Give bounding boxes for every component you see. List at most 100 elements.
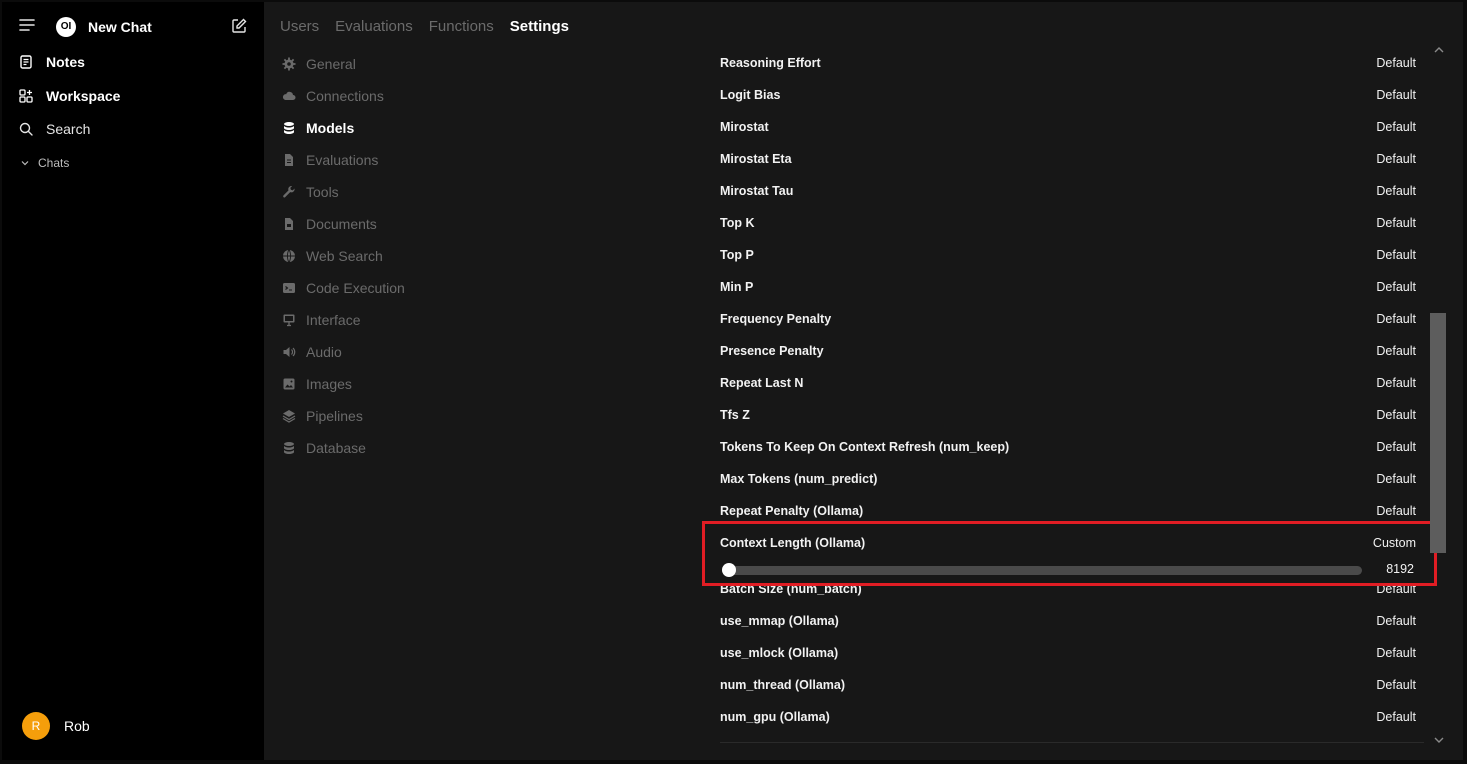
sidebar-item-label: Notes [46, 54, 85, 70]
param-toggle-button[interactable]: Default [1376, 440, 1416, 454]
param-toggle-button[interactable]: Default [1376, 504, 1416, 518]
nav-label: Models [306, 120, 355, 136]
tab-functions[interactable]: Functions [429, 18, 494, 35]
param-row: Repeat Last N Default [720, 366, 1416, 398]
tab-users[interactable]: Users [280, 18, 319, 35]
nav-label: Code Execution [306, 280, 405, 296]
param-row: Mirostat Default [720, 110, 1416, 142]
nav-label: Interface [306, 312, 361, 328]
advanced-params-list: Reasoning Effort Default Logit Bias Defaul… [720, 46, 1416, 732]
nav-documents[interactable]: Documents [282, 208, 405, 240]
param-toggle-button[interactable]: Default [1376, 248, 1416, 262]
compose-icon[interactable] [230, 17, 248, 35]
nav-web-search[interactable]: Web Search [282, 240, 405, 272]
sidebar-item-search[interactable]: Search [18, 117, 90, 141]
chevron-up-icon[interactable] [1433, 44, 1445, 56]
param-toggle-button[interactable]: Default [1376, 646, 1416, 660]
param-name: Tokens To Keep On Context Refresh (num_k… [720, 440, 1010, 454]
database-icon [284, 442, 294, 454]
app-logo: OI [56, 17, 76, 37]
nav-label: Documents [306, 216, 377, 232]
param-name: use_mmap (Ollama) [720, 614, 839, 628]
nav-images[interactable]: Images [282, 368, 405, 400]
scrollbar-thumb[interactable] [1430, 313, 1446, 553]
param-name: Mirostat [720, 120, 769, 134]
globe-icon [283, 249, 295, 263]
user-menu[interactable]: R Rob [22, 712, 90, 740]
sidebar-header: OI New Chat [2, 2, 264, 50]
cloud-icon [282, 91, 296, 100]
param-toggle-button[interactable]: Default [1376, 472, 1416, 486]
param-name: num_thread (Ollama) [720, 678, 846, 692]
param-toggle-button[interactable]: Default [1376, 344, 1416, 358]
param-name: use_mlock (Ollama) [720, 646, 839, 660]
nav-connections[interactable]: Connections [282, 80, 405, 112]
param-name: Mirostat Tau [720, 184, 794, 198]
param-toggle-button[interactable]: Default [1376, 88, 1416, 102]
param-row: Top K Default [720, 206, 1416, 238]
terminal-icon [283, 283, 295, 293]
param-row: Max Tokens (num_predict) Default [720, 462, 1416, 494]
param-toggle-button[interactable]: Default [1376, 120, 1416, 134]
param-toggle-button[interactable]: Default [1376, 614, 1416, 628]
nav-interface[interactable]: Interface [282, 304, 405, 336]
param-name: Reasoning Effort [720, 56, 821, 70]
chevron-down-icon[interactable] [1433, 734, 1445, 746]
workspace-icon [19, 89, 33, 103]
param-name: Frequency Penalty [720, 312, 832, 326]
notes-icon [20, 55, 32, 69]
nav-database[interactable]: Database [282, 432, 405, 464]
param-toggle-button[interactable]: Default [1376, 184, 1416, 198]
param-name: Top P [720, 248, 754, 262]
nav-tools[interactable]: Tools [282, 176, 405, 208]
sidebar-item-notes[interactable]: Notes [18, 50, 85, 74]
speaker-icon [283, 347, 296, 357]
param-toggle-button[interactable]: Default [1376, 678, 1416, 692]
nav-general[interactable]: General [282, 48, 405, 80]
param-toggle-button[interactable]: Default [1376, 710, 1416, 724]
param-toggle-button[interactable]: Default [1376, 56, 1416, 70]
param-name: Repeat Last N [720, 376, 804, 390]
sidebar-item-label: Workspace [46, 88, 121, 104]
sidebar-item-workspace[interactable]: Workspace [18, 84, 120, 108]
param-toggle-button[interactable]: Default [1376, 280, 1416, 294]
param-toggle-button[interactable]: Default [1376, 582, 1416, 596]
nav-models[interactable]: Models [282, 112, 405, 144]
nav-audio[interactable]: Audio [282, 336, 405, 368]
param-toggle-button[interactable]: Default [1376, 216, 1416, 230]
nav-code-execution[interactable]: Code Execution [282, 272, 405, 304]
param-name: Batch Size (num_batch) [720, 582, 862, 596]
settings-nav: General Connections Models Evaluations T… [282, 48, 405, 464]
param-row: num_gpu (Ollama) Default [720, 700, 1416, 732]
param-toggle-button[interactable]: Default [1376, 376, 1416, 390]
param-row-context-length: Context Length (Ollama) Custom 8192 [720, 526, 1416, 577]
nav-label: General [306, 56, 356, 72]
menu-icon[interactable] [18, 16, 36, 34]
param-name: Context Length (Ollama) [720, 536, 866, 550]
chats-group-toggle[interactable]: Chats [20, 156, 69, 170]
chats-label: Chats [38, 156, 70, 170]
search-icon [19, 122, 33, 136]
param-row: Repeat Penalty (Ollama) Default [720, 494, 1416, 526]
tab-settings[interactable]: Settings [510, 18, 569, 35]
nav-evaluations[interactable]: Evaluations [282, 144, 405, 176]
tab-evaluations[interactable]: Evaluations [335, 18, 413, 35]
param-toggle-button[interactable]: Default [1376, 312, 1416, 326]
new-chat-button[interactable]: New Chat [88, 19, 152, 35]
gear-icon [282, 57, 296, 71]
param-row: Tfs Z Default [720, 398, 1416, 430]
nav-pipelines[interactable]: Pipelines [282, 400, 405, 432]
nav-label: Connections [306, 88, 384, 104]
param-toggle-button[interactable]: Default [1376, 152, 1416, 166]
param-name: Repeat Penalty (Ollama) [720, 504, 864, 518]
param-toggle-button[interactable]: Default [1376, 408, 1416, 422]
chevron-down-icon [21, 161, 29, 166]
param-name: Min P [720, 280, 754, 294]
param-toggle-button[interactable]: Custom [1373, 536, 1416, 550]
nav-label: Evaluations [306, 152, 379, 168]
param-name: Top K [720, 216, 755, 230]
nav-label: Images [306, 376, 352, 392]
param-name: Max Tokens (num_predict) [720, 472, 878, 486]
app-window: OI New Chat Notes Workspace Search Chats… [2, 2, 1463, 760]
monitor-icon [283, 314, 295, 327]
